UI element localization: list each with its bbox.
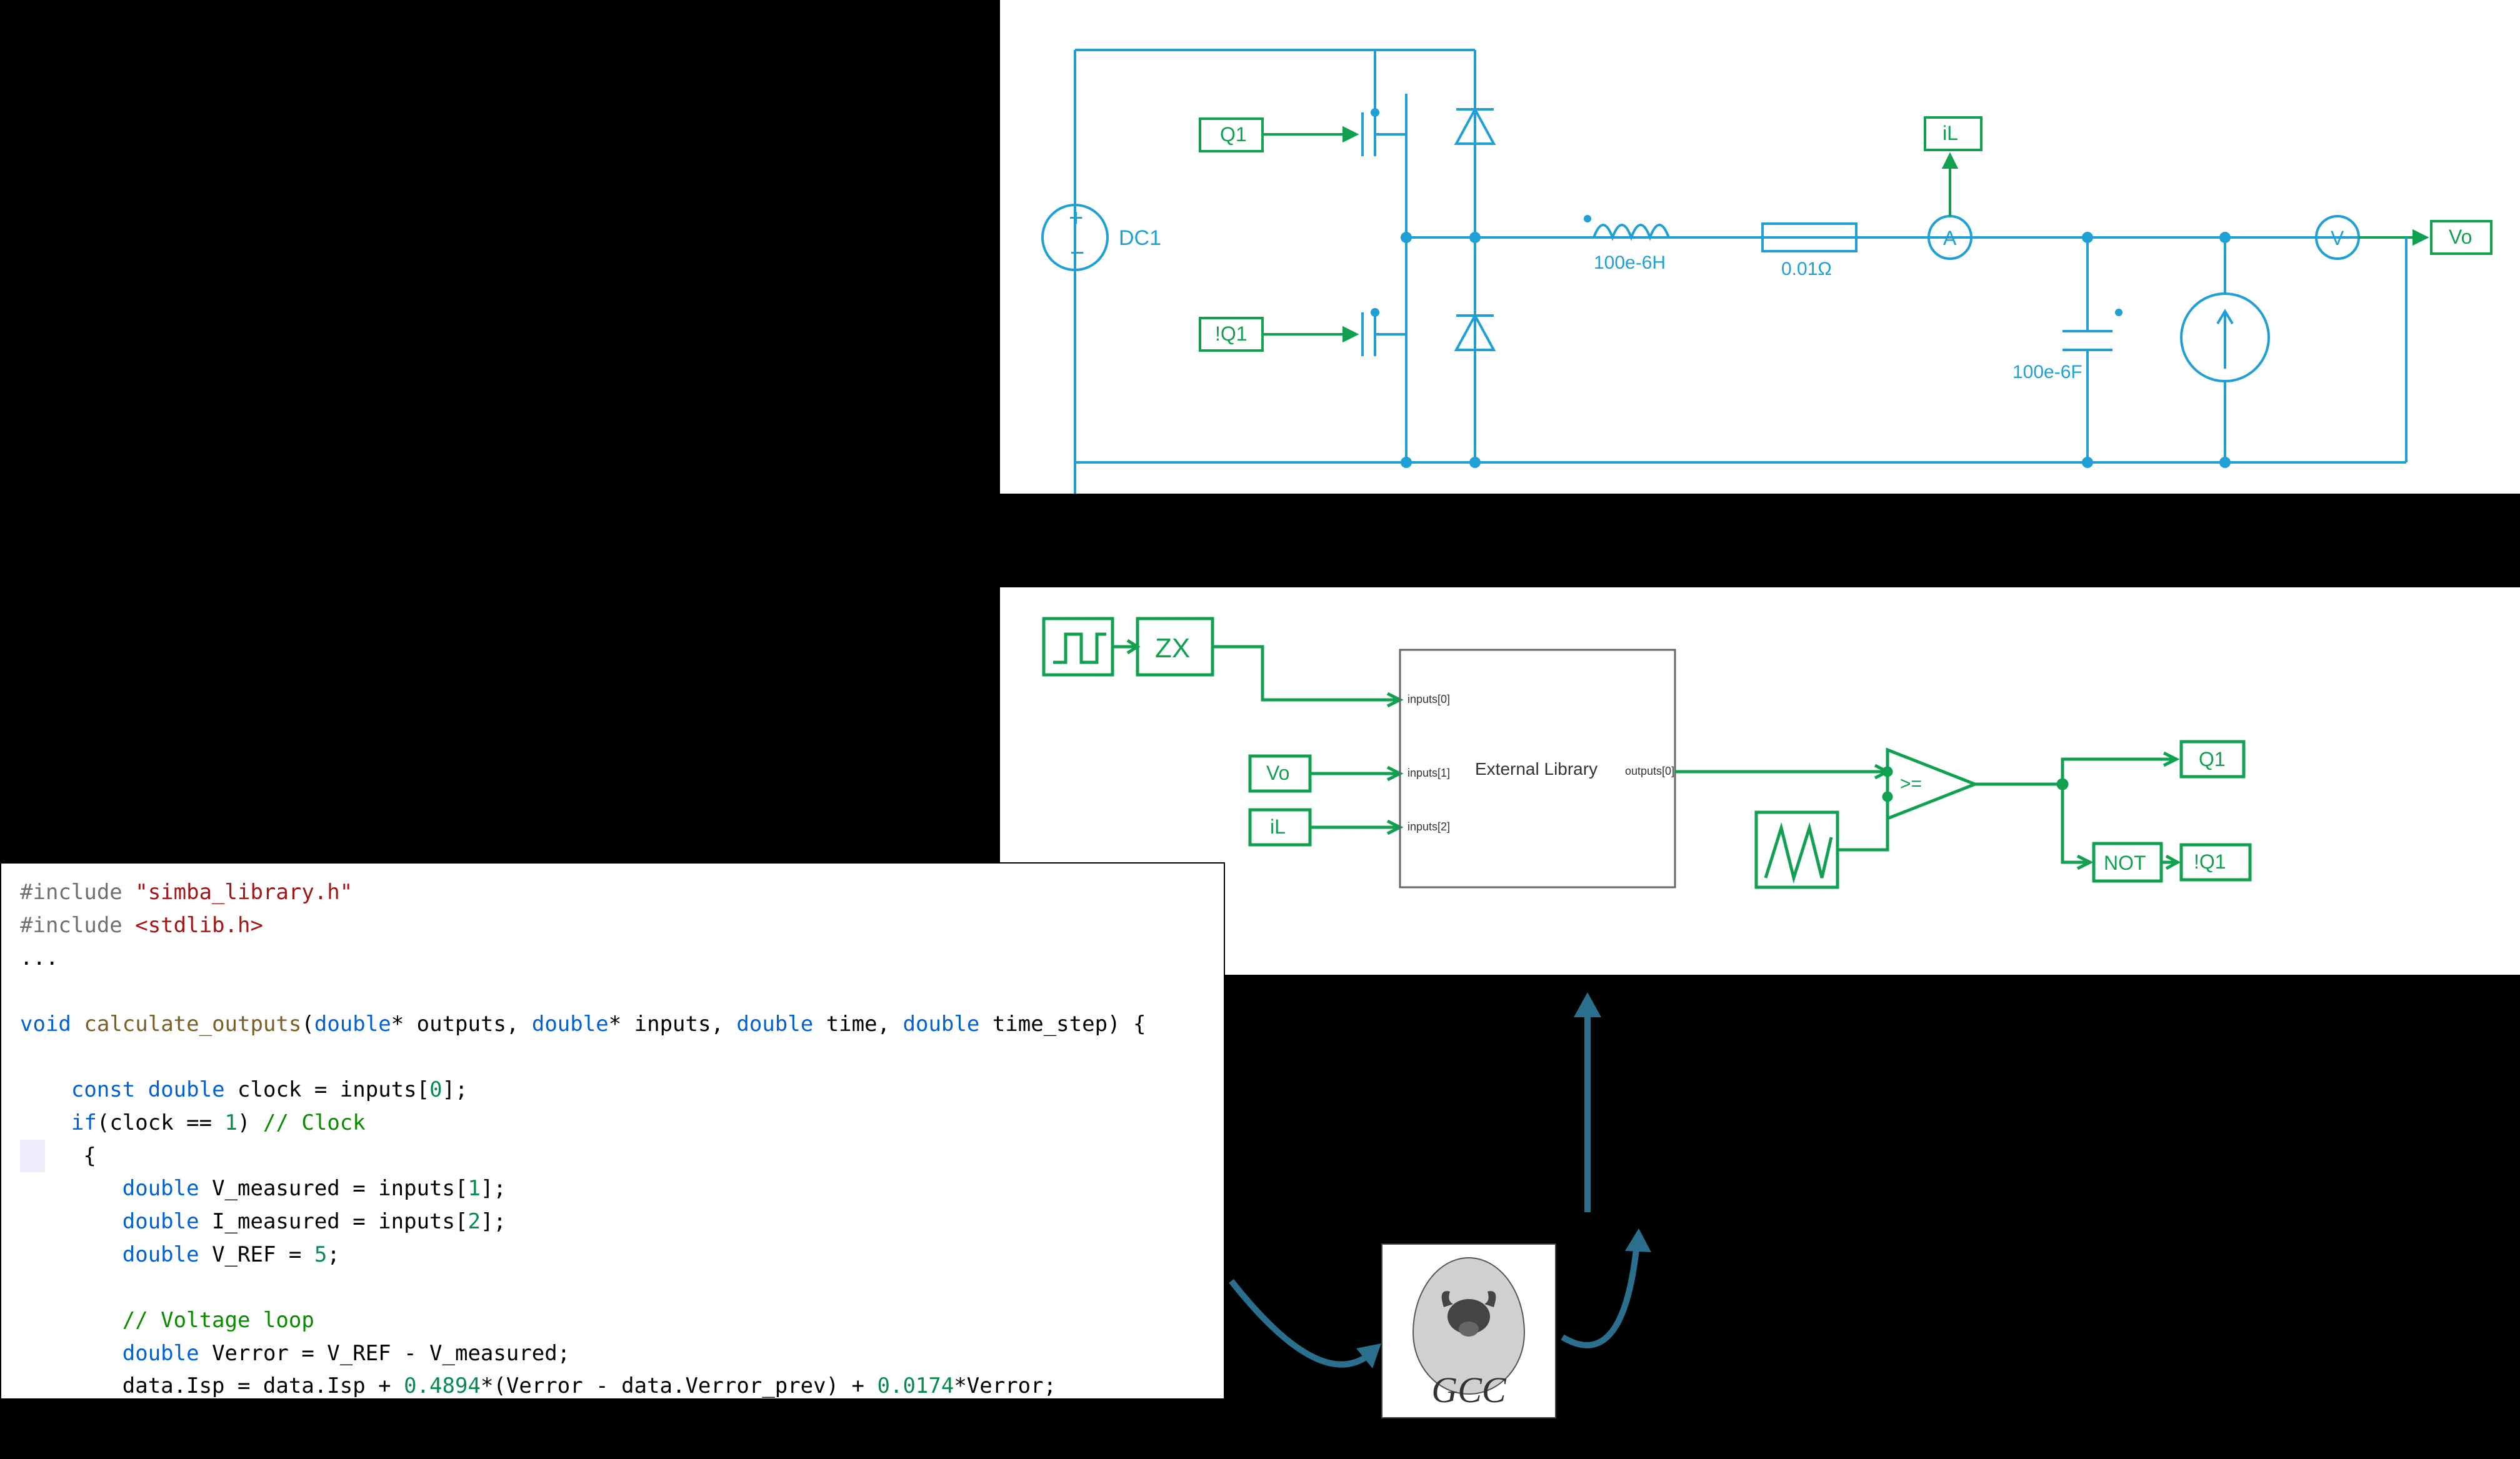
il-input-tag: iL — [1270, 815, 1286, 838]
vo-tag: Vo — [2449, 226, 2472, 248]
code-listing-panel: #include "simba_library.h" #include <std… — [0, 862, 1225, 1400]
control-schematic-panel: ZX Vo iL External Library inputs[0] inpu… — [1000, 587, 2520, 975]
gcc-logo: GCC — [1381, 1243, 1556, 1418]
capacitor-value: 100e-6F — [2012, 362, 2082, 382]
external-library-block: External Library — [1475, 759, 1598, 779]
q1n-output-tag: !Q1 — [2194, 850, 2226, 873]
resistor-value: 0.01Ω — [1781, 259, 1832, 279]
code-listing: #include "simba_library.h" #include <std… — [20, 876, 1205, 1436]
vo-input-tag: Vo — [1266, 762, 1289, 784]
port-inputs0: inputs[0] — [1408, 693, 1450, 705]
gcc-label: GCC — [1431, 1369, 1506, 1411]
voltmeter-icon: V — [2331, 227, 2344, 249]
il-probe-tag: iL — [1942, 122, 1958, 144]
svg-text:+: + — [1069, 204, 1083, 232]
zx-block-label: ZX — [1155, 633, 1190, 664]
port-inputs2: inputs[2] — [1408, 820, 1450, 833]
dc-source-label: DC1 — [1119, 226, 1161, 250]
circuit-schematic-panel: + − DC1 Q1 !Q1 — [1000, 0, 2520, 494]
svg-text:−: − — [1070, 239, 1084, 267]
port-outputs0: outputs[0] — [1625, 765, 1674, 777]
q1-output-tag: Q1 — [2199, 748, 2226, 770]
ammeter-icon: A — [1943, 227, 1957, 249]
not-block-label: NOT — [2104, 852, 2146, 874]
gnu-head-icon — [1431, 1282, 1506, 1345]
port-inputs1: inputs[1] — [1408, 767, 1450, 779]
q1-tag: Q1 — [1220, 123, 1247, 146]
inductor-value: 100e-6H — [1594, 252, 1666, 273]
comparator-label: >= — [1900, 774, 1922, 794]
q1n-tag: !Q1 — [1215, 322, 1248, 345]
